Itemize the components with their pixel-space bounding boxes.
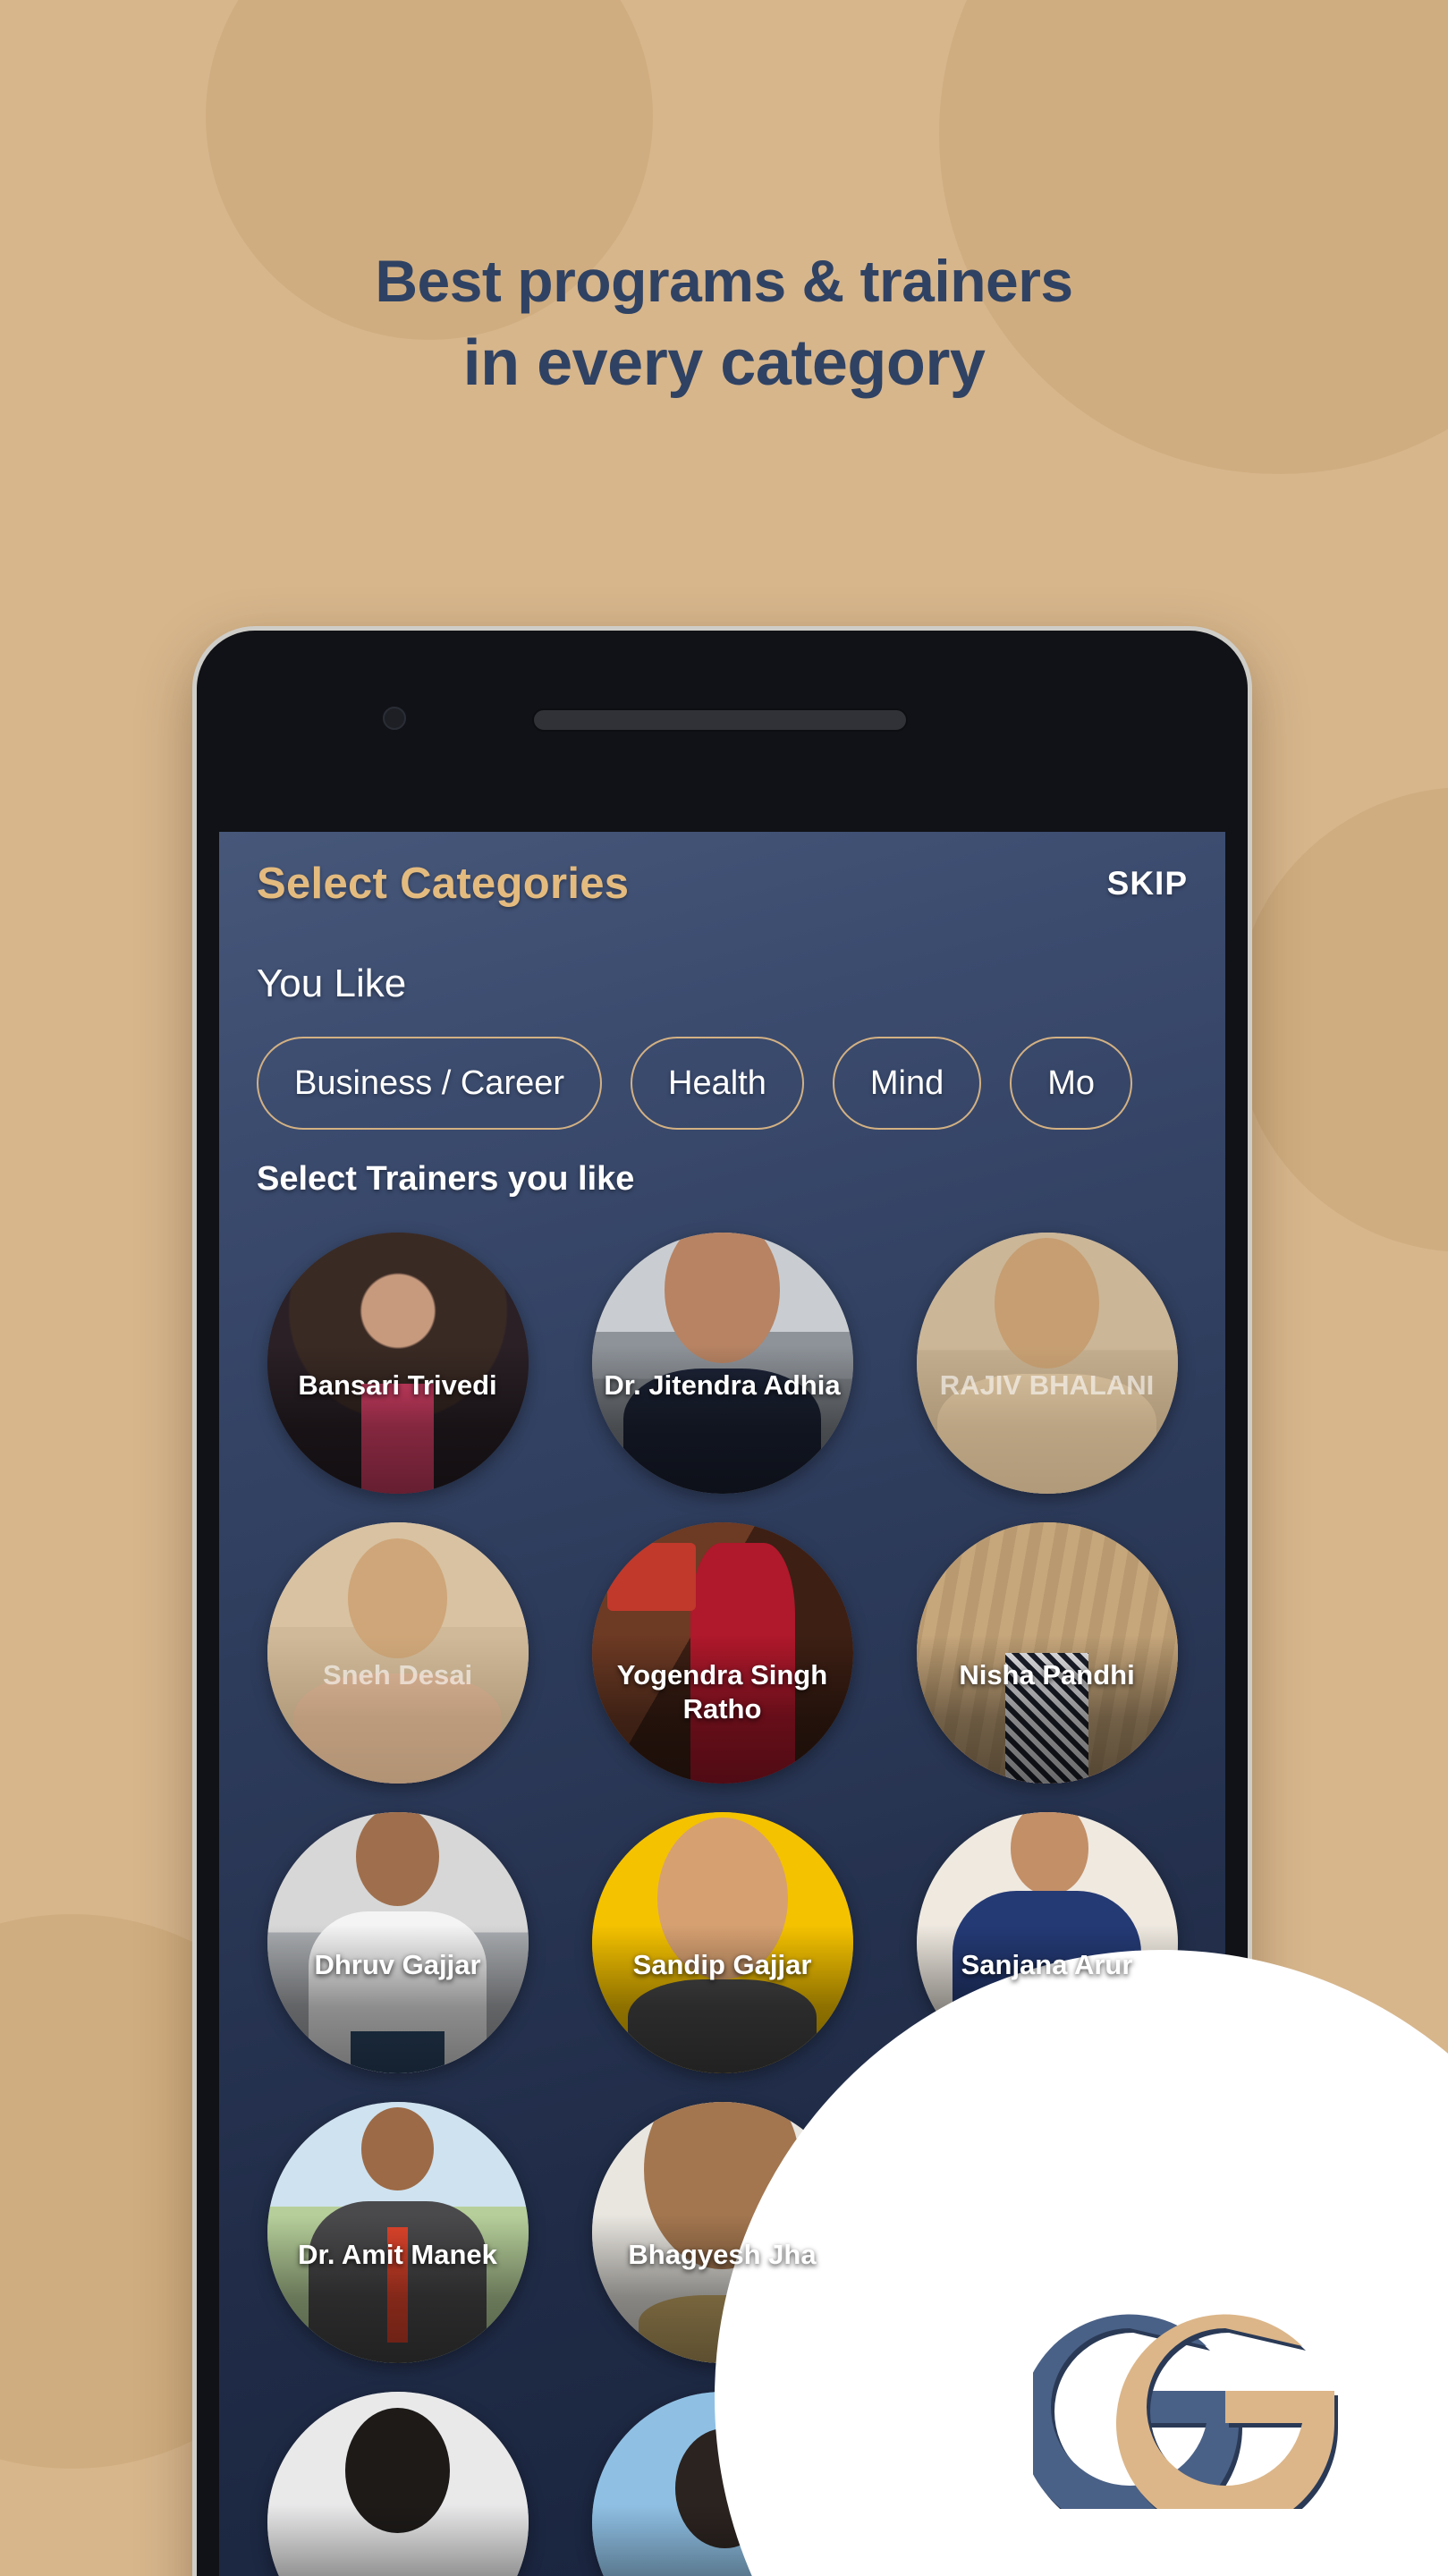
select-trainers-title: Select Trainers you like xyxy=(257,1160,635,1198)
trainer-avatar[interactable] xyxy=(267,2392,529,2576)
trainer-avatar[interactable] xyxy=(591,1812,853,2073)
promo-screenshot: Best programs & trainers in every catego… xyxy=(0,0,1448,2576)
trainer-item[interactable]: RAJIV BHALANI xyxy=(895,1233,1198,1494)
trainer-item[interactable]: Yogendra Singh Ratho xyxy=(571,1522,874,1784)
camera-dot-icon xyxy=(383,707,406,730)
trainer-name: Yogendra Singh Ratho xyxy=(616,1658,828,1724)
trainer-item[interactable]: Dhruv Gajjar xyxy=(246,1812,549,2073)
trainer-name: Sneh Desai xyxy=(322,1658,473,1690)
photo-scrim xyxy=(267,1344,529,1494)
trainer-avatar[interactable] xyxy=(267,1522,529,1784)
trainer-item[interactable]: Sneh Desai xyxy=(246,1522,549,1784)
photo-scrim xyxy=(267,2504,529,2576)
trainer-item[interactable]: Dr. Amit Manek xyxy=(246,2102,549,2363)
trainer-item[interactable]: Sandip Gajjar xyxy=(571,1812,874,2073)
category-chip[interactable]: Mo xyxy=(1010,1037,1133,1130)
category-chip[interactable]: Business / Career xyxy=(257,1037,603,1130)
photo-scrim xyxy=(591,1344,853,1494)
photo-shape-face xyxy=(348,1538,447,1658)
trainer-name: RAJIV BHALANI xyxy=(939,1368,1155,1401)
trainer-avatar[interactable] xyxy=(916,1233,1178,1494)
app-bar: Select Categories SKIP xyxy=(219,832,1225,935)
trainer-item[interactable]: Nisha Pandhi xyxy=(895,1522,1198,1784)
photo-scrim xyxy=(267,2214,529,2363)
trainer-item[interactable]: Bansari Trivedi xyxy=(246,1233,549,1494)
photo-shape-face xyxy=(995,1237,1099,1368)
trainer-avatar[interactable] xyxy=(267,1812,529,2073)
photo-shape-face xyxy=(360,2106,435,2191)
photo-shape-face xyxy=(665,1233,780,1363)
trainer-item[interactable] xyxy=(246,2392,549,2576)
trainer-item[interactable]: Dr. Jitendra Adhia xyxy=(571,1233,874,1494)
trainer-name: Sandip Gajjar xyxy=(632,1948,812,1980)
trainer-name: Dr. Jitendra Adhia xyxy=(604,1368,841,1401)
trainer-avatar[interactable] xyxy=(591,1233,853,1494)
trainer-avatar[interactable] xyxy=(267,1233,529,1494)
trainer-avatar[interactable] xyxy=(591,1522,853,1784)
photo-scrim xyxy=(916,1344,1178,1494)
trainer-name: Dr. Amit Manek xyxy=(298,2238,497,2270)
category-chip[interactable]: Health xyxy=(631,1037,804,1130)
trainer-name: Bhagyesh Jha xyxy=(628,2238,817,2270)
trainer-photo xyxy=(916,1233,1178,1494)
trainer-name: Nisha Pandhi xyxy=(959,1658,1135,1690)
headline-line-1: Best programs & trainers xyxy=(375,248,1073,314)
background-circle-decoration xyxy=(1234,787,1448,1252)
earpiece-speaker-icon xyxy=(532,708,908,732)
trainer-name: Bansari Trivedi xyxy=(298,1368,497,1401)
photo-scrim xyxy=(591,1924,853,2073)
trainer-name: Dhruv Gajjar xyxy=(314,1948,481,1980)
trainer-avatar[interactable] xyxy=(916,1522,1178,1784)
page-title: Select Categories xyxy=(257,859,630,908)
you-like-title: You Like xyxy=(257,962,407,1005)
photo-shape-stage xyxy=(607,1543,697,1612)
trainer-avatar[interactable] xyxy=(267,2102,529,2363)
trainer-photo xyxy=(267,1522,529,1784)
skip-button[interactable]: SKIP xyxy=(1107,865,1188,902)
promo-headline: Best programs & trainers in every catego… xyxy=(0,246,1448,402)
photo-scrim xyxy=(267,1924,529,2073)
background-circle-decoration xyxy=(939,0,1448,474)
photo-shape-face xyxy=(355,1812,440,1907)
category-chip-row[interactable]: Business / Career Health Mind Mo xyxy=(219,1037,1225,1130)
photo-shape-face xyxy=(1010,1812,1089,1896)
headline-line-2: in every category xyxy=(462,327,986,399)
trainer-name: Sanjana Arur xyxy=(961,1948,1133,1980)
category-chip[interactable]: Mind xyxy=(832,1037,982,1130)
photo-scrim xyxy=(916,1634,1178,1784)
photo-scrim xyxy=(267,1634,529,1784)
gg-brand-logo xyxy=(1033,2303,1355,2509)
